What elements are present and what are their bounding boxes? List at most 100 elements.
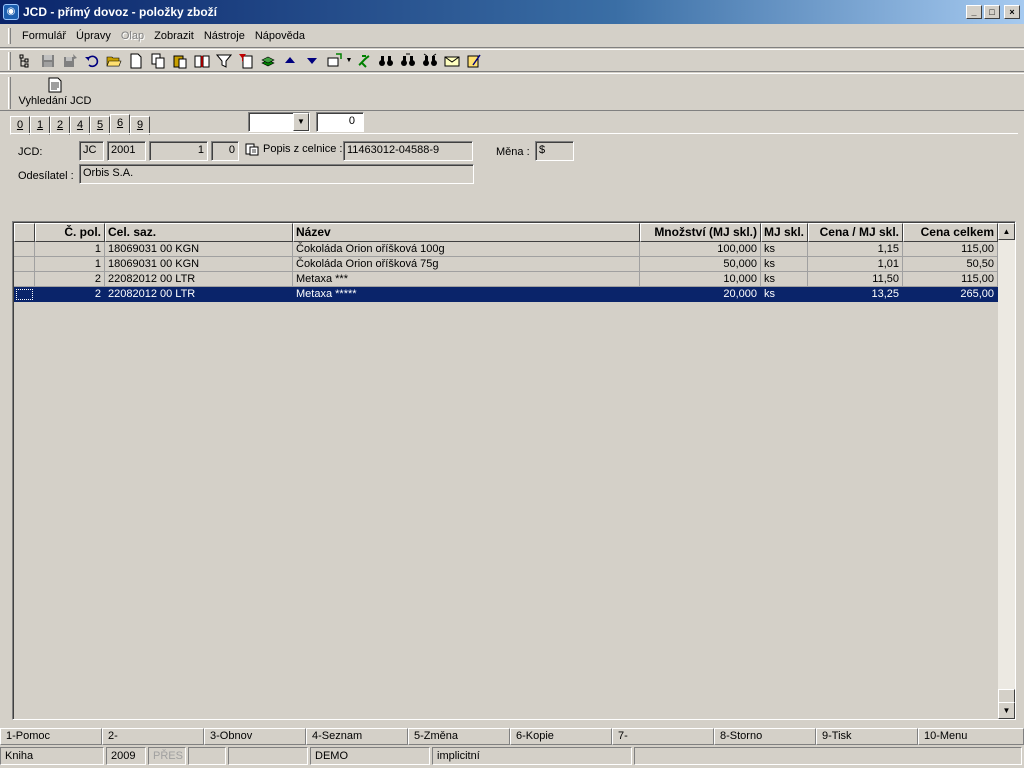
popis-field[interactable]: 11463012-04588-9	[343, 141, 473, 161]
arrow-down-icon[interactable]	[301, 51, 323, 71]
binoculars-next-icon[interactable]	[397, 51, 419, 71]
cell-saz[interactable]: 18069031 00 KGN	[105, 257, 293, 272]
cell-pol[interactable]: 1	[35, 257, 105, 272]
currency-field[interactable]: $	[535, 141, 574, 161]
notes-icon[interactable]	[463, 51, 485, 71]
jcd-app-icon[interactable]: ◉	[3, 4, 19, 20]
cell-cena-mj[interactable]: 1,15	[808, 242, 903, 257]
cell-mj[interactable]: ks	[761, 272, 808, 287]
jcd-year-field[interactable]: 2001	[107, 141, 146, 161]
jcd-type-field[interactable]: JC	[79, 141, 104, 161]
menu-upravy[interactable]: Úpravy	[71, 28, 116, 44]
menu-formular[interactable]: Formulář	[17, 28, 71, 44]
filter-combo-value[interactable]	[249, 113, 293, 131]
fkey-8[interactable]: 8-Storno	[714, 728, 816, 745]
fkey-4[interactable]: 4-Seznam	[306, 728, 408, 745]
cell-cena-celkem[interactable]: 115,00	[903, 272, 998, 287]
header-nazev[interactable]: Název	[293, 223, 640, 242]
cell-cena-mj[interactable]: 11,50	[808, 272, 903, 287]
export-icon[interactable]	[323, 51, 345, 71]
menu-napoveda[interactable]: Nápověda	[250, 28, 310, 44]
filter-combo[interactable]: ▼	[248, 112, 310, 132]
filter-document-icon[interactable]	[235, 51, 257, 71]
save-as-icon[interactable]	[59, 51, 81, 71]
cell-saz[interactable]: 22082012 00 LTR	[105, 287, 293, 302]
binoculars-icon[interactable]	[375, 51, 397, 71]
fkey-6[interactable]: 6-Kopie	[510, 728, 612, 745]
paste-icon[interactable]	[169, 51, 191, 71]
fkey-7[interactable]: 7-	[612, 728, 714, 745]
menu-nastroje[interactable]: Nástroje	[199, 28, 250, 44]
table-row[interactable]: 1 18069031 00 KGN Čokoláda Orion oříškov…	[14, 257, 998, 272]
header-saz[interactable]: Cel. saz.	[105, 223, 293, 242]
scroll-up-icon[interactable]: ▲	[998, 223, 1015, 240]
open-folder-icon[interactable]	[103, 51, 125, 71]
fkey-3[interactable]: 3-Obnov	[204, 728, 306, 745]
cell-mj[interactable]: ks	[761, 287, 808, 302]
binoculars-prev-icon[interactable]	[419, 51, 441, 71]
cell-cena-celkem[interactable]: 115,00	[903, 242, 998, 257]
cell-nazev[interactable]: Metaxa *****	[293, 287, 640, 302]
popis-button[interactable]: Popis z celnice :	[245, 142, 342, 156]
cell-cena-mj[interactable]: 1,01	[808, 257, 903, 272]
book-icon[interactable]	[191, 51, 213, 71]
stack-icon[interactable]	[257, 51, 279, 71]
table-row[interactable]: 2 22082012 00 LTR Metaxa *** 10,000 ks 1…	[14, 272, 998, 287]
counter-field[interactable]: 0	[316, 112, 364, 132]
row-indicator[interactable]	[14, 272, 35, 287]
tab-6[interactable]: 6	[110, 114, 130, 135]
copy-icon[interactable]	[147, 51, 169, 71]
toolbar-grip[interactable]	[8, 51, 11, 70]
cell-mnozstvi[interactable]: 20,000	[640, 287, 761, 302]
cell-pol[interactable]: 2	[35, 272, 105, 287]
cell-saz[interactable]: 22082012 00 LTR	[105, 272, 293, 287]
maximize-button[interactable]: □	[984, 5, 1000, 19]
jcd-number-field[interactable]: 1	[149, 141, 208, 161]
cell-cena-celkem[interactable]: 50,50	[903, 257, 998, 272]
row-indicator[interactable]	[14, 257, 35, 272]
search-jcd-button[interactable]: Vyhledání JCD	[16, 76, 94, 110]
fkey-2[interactable]: 2-	[102, 728, 204, 745]
fkey-1[interactable]: 1-Pomoc	[0, 728, 102, 745]
minimize-button[interactable]: _	[966, 5, 982, 19]
arrow-up-icon[interactable]	[279, 51, 301, 71]
filter-icon[interactable]	[213, 51, 235, 71]
fkey-9[interactable]: 9-Tisk	[816, 728, 918, 745]
sender-field[interactable]: Orbis S.A.	[79, 164, 474, 184]
row-indicator[interactable]	[14, 287, 35, 302]
header-mj[interactable]: MJ skl.	[761, 223, 808, 242]
cell-saz[interactable]: 18069031 00 KGN	[105, 242, 293, 257]
cell-mnozstvi[interactable]: 100,000	[640, 242, 761, 257]
save-icon[interactable]	[37, 51, 59, 71]
menu-zobrazit[interactable]: Zobrazit	[149, 28, 199, 44]
table-row-selected[interactable]: 2 22082012 00 LTR Metaxa ***** 20,000 ks…	[14, 287, 998, 302]
fkey-5[interactable]: 5-Změna	[408, 728, 510, 745]
close-button[interactable]: ×	[1004, 5, 1020, 19]
refresh-icon[interactable]	[353, 51, 375, 71]
mail-icon[interactable]	[441, 51, 463, 71]
export-dropdown-icon[interactable]: ▼	[345, 51, 353, 71]
row-indicator[interactable]	[14, 242, 35, 257]
cell-mnozstvi[interactable]: 50,000	[640, 257, 761, 272]
header-indicator[interactable]	[14, 223, 35, 242]
header-cena-celkem[interactable]: Cena celkem	[903, 223, 998, 242]
header-cena-mj[interactable]: Cena / MJ skl.	[808, 223, 903, 242]
vertical-scrollbar[interactable]: ▲ ▼	[998, 223, 1015, 719]
menu-olap[interactable]: Olap	[116, 28, 149, 44]
cell-mnozstvi[interactable]: 10,000	[640, 272, 761, 287]
header-pol[interactable]: Č. pol.	[35, 223, 105, 242]
cell-nazev[interactable]: Čokoláda Orion oříšková 100g	[293, 242, 640, 257]
search-toolbar-grip[interactable]	[8, 77, 11, 109]
new-document-icon[interactable]	[125, 51, 147, 71]
cell-cena-mj[interactable]: 13,25	[808, 287, 903, 302]
cell-nazev[interactable]: Čokoláda Orion oříšková 75g	[293, 257, 640, 272]
cell-pol[interactable]: 2	[35, 287, 105, 302]
jcd-sub-field[interactable]: 0	[211, 141, 239, 161]
cell-cena-celkem[interactable]: 265,00	[903, 287, 998, 302]
tree-view-icon[interactable]	[15, 51, 37, 71]
scroll-down-icon[interactable]: ▼	[998, 702, 1015, 719]
undo-icon[interactable]	[81, 51, 103, 71]
cell-nazev[interactable]: Metaxa ***	[293, 272, 640, 287]
chevron-down-icon[interactable]: ▼	[293, 113, 309, 131]
cell-mj[interactable]: ks	[761, 257, 808, 272]
